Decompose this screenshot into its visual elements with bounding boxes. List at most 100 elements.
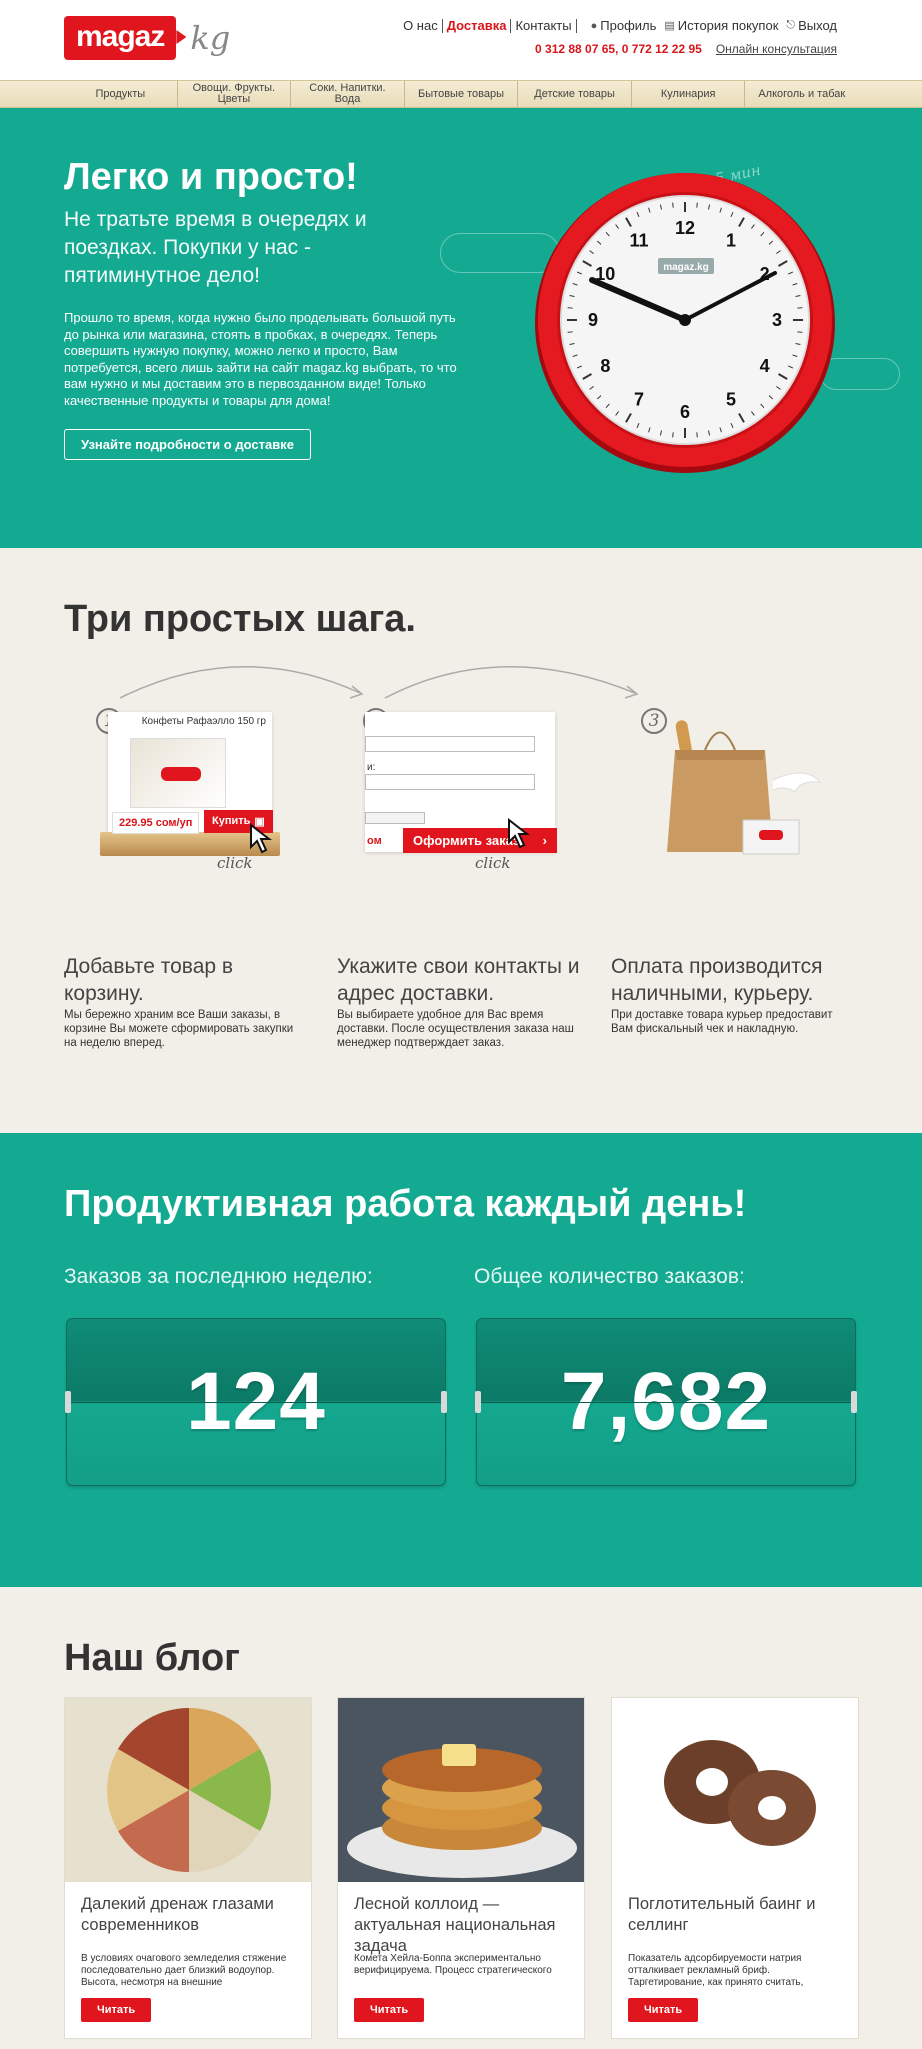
clock-tick	[696, 202, 698, 208]
step-title: Укажите свои контакты и адрес доставки.	[337, 955, 580, 1005]
food-wheel-image	[65, 1698, 311, 1882]
form-field	[365, 774, 535, 790]
read-button[interactable]: Читать	[81, 1998, 152, 2022]
logo-main: magaz	[64, 16, 177, 60]
click-label: click	[475, 854, 511, 872]
clock-number: 4	[760, 356, 770, 376]
stats-section: Продуктивная работа каждый день! Заказов…	[0, 1133, 922, 1587]
blog-section: Наш блог Далекий дренаж глазами современ…	[0, 1587, 922, 2049]
product-name: Конфеты Рафаэлло 150 гр	[141, 716, 266, 727]
exit-icon: ⎋	[786, 19, 796, 31]
clock-number: 5	[726, 390, 736, 410]
buy-label: Купить	[212, 815, 251, 827]
chevron-right-icon: ›	[542, 833, 547, 848]
history-label: История покупок	[677, 18, 779, 33]
form-label: и:	[367, 762, 376, 773]
link-delivery[interactable]: Доставка	[443, 18, 512, 33]
category-nav: Продукты Овощи. Фрукты. Цветы Соки. Напи…	[0, 80, 922, 108]
cursor-icon	[250, 823, 272, 854]
step-desc: Вы выбираете удобное для Вас время доста…	[337, 1009, 574, 1049]
link-about[interactable]: О нас	[399, 18, 443, 33]
order-button[interactable]: Оформить заказ ›	[403, 828, 557, 853]
nav-item-kids[interactable]: Детские товары	[518, 81, 632, 107]
total-orders-counter: 7,682	[475, 1318, 857, 1486]
form-select	[365, 812, 425, 824]
raffaello-label	[161, 767, 201, 781]
blog-title: Наш блог	[64, 1637, 241, 1679]
step-desc: При доставке товара курьер предоставит В…	[611, 1009, 833, 1035]
clock-number: 9	[588, 310, 598, 330]
user-icon: ●	[590, 19, 598, 32]
logo[interactable]: magaz kg	[64, 16, 230, 60]
clock-number: 8	[600, 356, 610, 376]
clock-tick	[797, 331, 803, 333]
blog-card-title: Лесной коллоид — актуальная национальная…	[354, 1895, 556, 1955]
blog-card-title: Далекий дренаж глазами современников	[81, 1895, 274, 1934]
clock-brand: magaz.kg	[663, 262, 709, 273]
logout-link[interactable]: ⎋ Выход	[786, 18, 837, 33]
blog-card[interactable]: Поглотительный баинг и селлинг Показател…	[611, 1697, 859, 2039]
hero: Легко и просто! Не тратьте время в очере…	[0, 108, 922, 554]
shopping-bag-illustration	[667, 720, 822, 855]
phone-numbers: 0 312 88 07 65, 0 772 12 22 95	[535, 42, 702, 56]
nav-item-products[interactable]: Продукты	[64, 81, 178, 107]
week-orders-counter: 124	[65, 1318, 447, 1486]
receipt-icon: ▤	[664, 20, 675, 32]
blog-card-desc: В условиях очагового земледелия стяжение…	[81, 1953, 287, 1988]
nav-item-cooking[interactable]: Кулинария	[632, 81, 746, 107]
hero-text: Прошло то время, когда нужно было продел…	[64, 310, 457, 408]
clock-number: 11	[629, 230, 648, 250]
header: magaz kg О нас Доставка Контакты ● Профил…	[0, 0, 922, 80]
nav-item-juices[interactable]: Соки. Напитки. Вода	[291, 81, 405, 107]
nav-item-vegetables[interactable]: Овощи. Фрукты. Цветы	[178, 81, 292, 107]
order-label: Оформить заказ	[413, 833, 520, 848]
top-links: О нас Доставка Контакты ● Профиль ▤ Истори…	[399, 18, 837, 33]
form-field	[365, 736, 535, 752]
week-orders-label: Заказов за последнюю неделю:	[64, 1265, 373, 1288]
read-button[interactable]: Читать	[628, 1998, 699, 2022]
user-links: ● Профиль ▤ История покупок ⎋ Выход	[591, 18, 837, 33]
form-label: ом	[367, 835, 382, 847]
donuts-image	[612, 1698, 858, 1882]
pancakes-image	[338, 1698, 584, 1882]
blog-card-desc: Показатель адсорбируемости натрия отталк…	[628, 1953, 804, 1988]
delivery-details-button[interactable]: Узнайте подробности о доставке	[64, 429, 311, 460]
step-title: Оплата производится наличными, курьеру.	[611, 955, 823, 1005]
clock-number: 12	[675, 218, 695, 238]
clock-number: 3	[772, 310, 782, 330]
step-title: Добавьте товар в корзину.	[64, 955, 234, 1005]
clock-tick	[797, 307, 803, 309]
clock-number: 7	[634, 390, 644, 410]
online-consult-link[interactable]: Онлайн консультация	[716, 42, 837, 56]
click-label: click	[217, 854, 253, 872]
clock-tick	[672, 202, 674, 208]
history-link[interactable]: ▤ История покупок	[664, 18, 778, 33]
clock-tick	[672, 432, 674, 438]
cursor-icon	[508, 818, 530, 849]
blog-card-desc: Комета Хейла-Боппа экспериментально вери…	[354, 1953, 552, 1976]
blog-card[interactable]: Лесной коллоид — актуальная национальная…	[337, 1697, 585, 2039]
hero-title: Легко и просто!	[64, 156, 358, 198]
nav-item-household[interactable]: Бытовые товары	[405, 81, 519, 107]
blog-card-title: Поглотительный баинг и селлинг	[628, 1895, 816, 1934]
logout-label: Выход	[798, 18, 837, 33]
logo-suffix: kg	[190, 19, 231, 57]
blog-card[interactable]: Далекий дренаж глазами современников В у…	[64, 1697, 312, 2039]
product-box-image	[130, 738, 226, 808]
phone-bar: 0 312 88 07 65, 0 772 12 22 95 Онлайн ко…	[535, 42, 837, 56]
clock-tick	[567, 307, 573, 309]
read-button[interactable]: Читать	[354, 1998, 425, 2022]
clock-illustration: 5 мин 121234567891011 magaz.kg	[535, 161, 835, 473]
clock-tick	[696, 432, 698, 438]
clock-number: 6	[680, 402, 690, 422]
clock-tick	[567, 331, 573, 333]
three-steps-section: Три простых шага. 1 Конфеты Рафаэлло 150…	[0, 548, 922, 1133]
profile-link[interactable]: ● Профиль	[591, 18, 657, 33]
step-desc: Мы бережно храним все Ваши заказы, в кор…	[64, 1009, 294, 1049]
profile-label: Профиль	[600, 18, 657, 33]
hero-subtitle: Не тратьте время в очередях и поездках. …	[64, 208, 367, 287]
price-tag: 229.95 сом/уп	[112, 812, 200, 834]
stats-title: Продуктивная работа каждый день!	[64, 1183, 747, 1225]
link-contacts[interactable]: Контакты	[511, 18, 577, 33]
nav-item-alcohol[interactable]: Алкоголь и табак	[745, 81, 858, 107]
